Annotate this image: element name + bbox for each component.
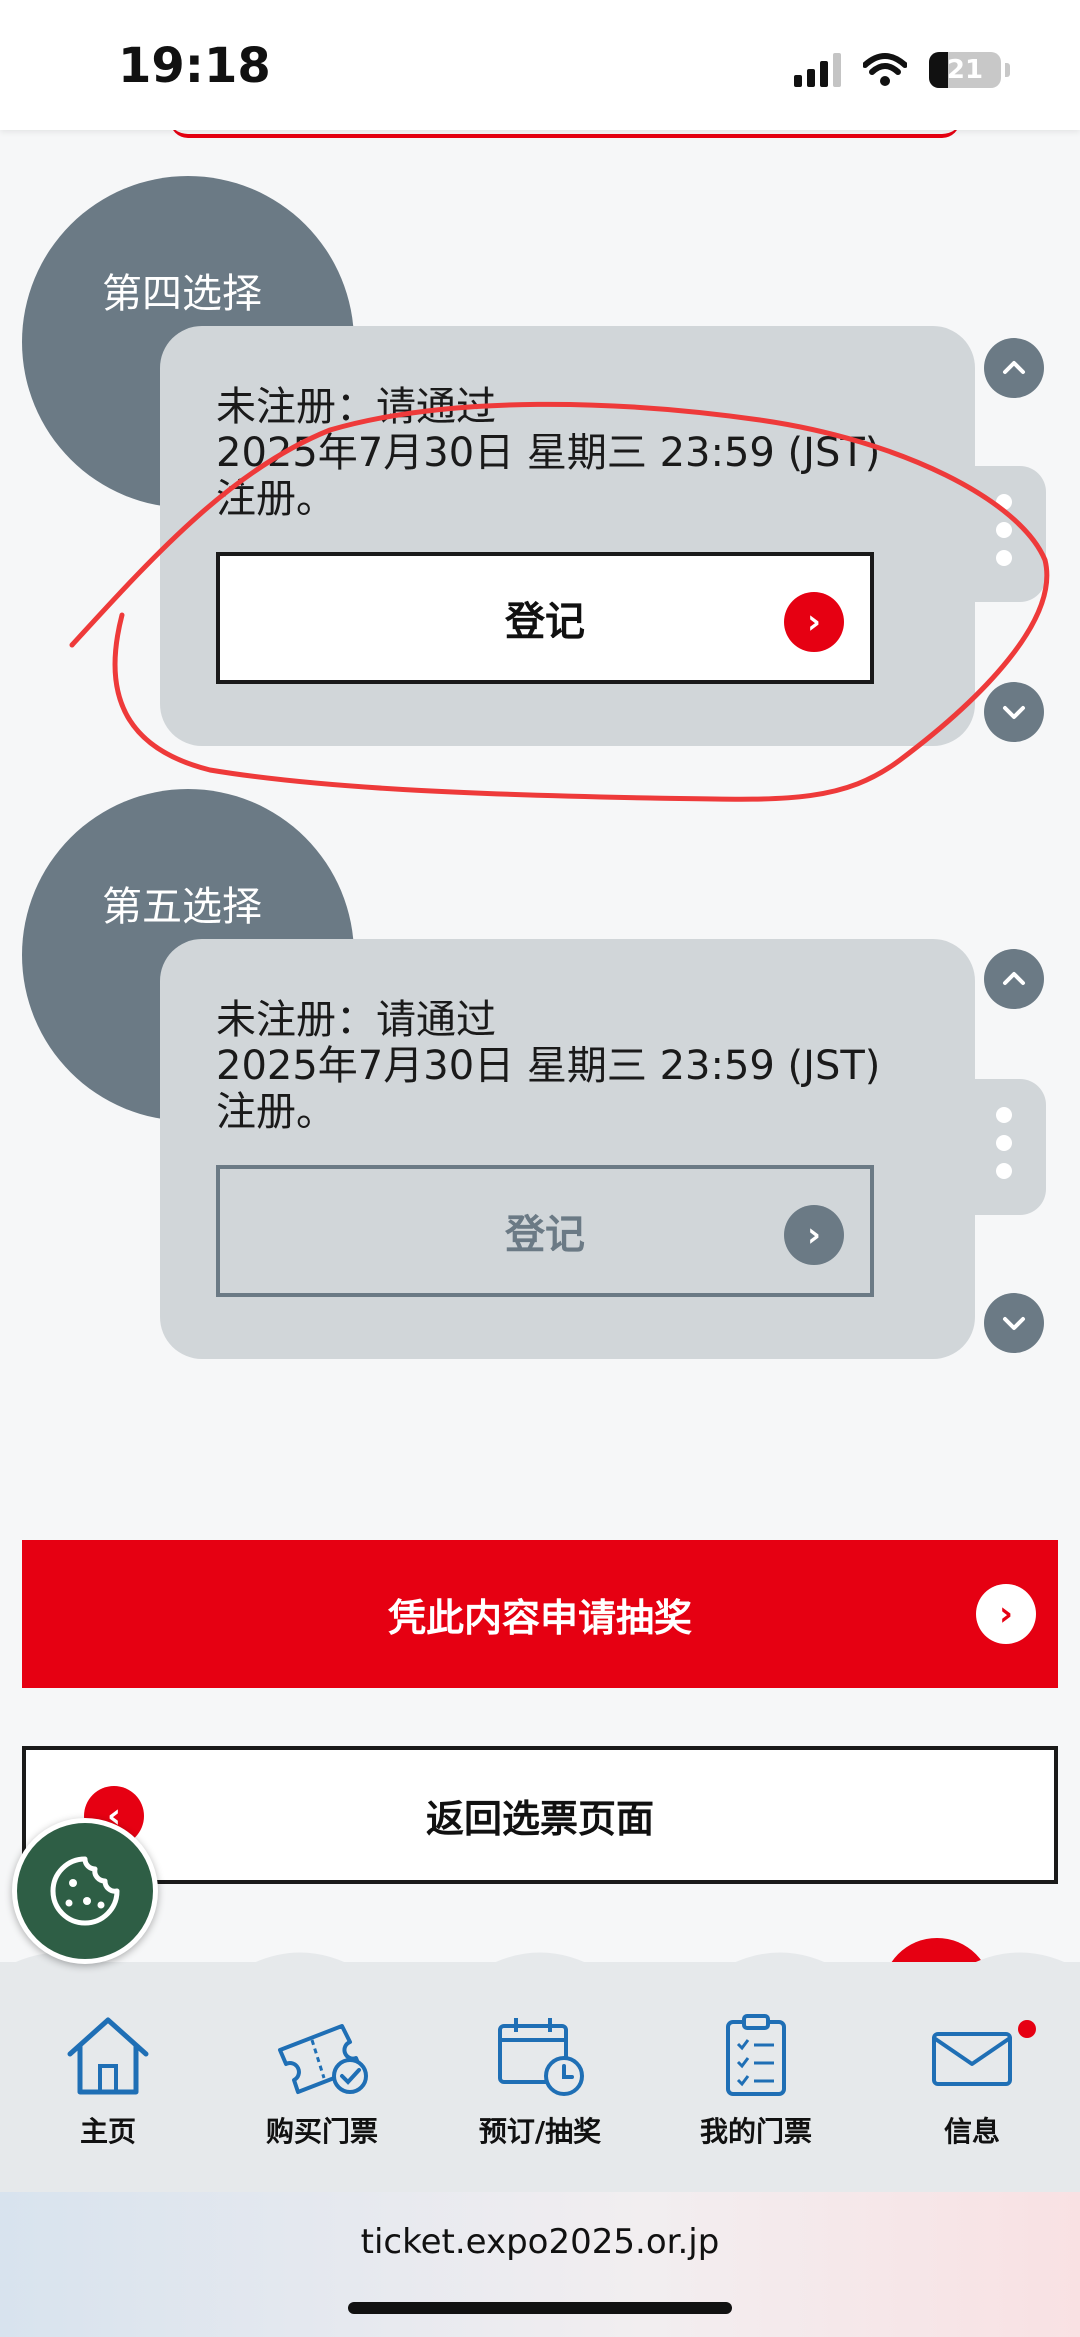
home-indicator[interactable] (348, 2302, 732, 2314)
battery-tip (1005, 63, 1010, 77)
status-line: 未注册：请通过 (216, 997, 496, 1043)
move-down-button[interactable] (984, 682, 1044, 742)
chevron-right-icon: › (784, 1205, 844, 1265)
nav-label: 预订/抽奖 (478, 2115, 602, 2148)
apply-lottery-button[interactable]: 凭此内容申请抽奖 › (22, 1540, 1058, 1688)
calendar-clock-icon (498, 2018, 584, 2096)
choice-card: 未注册：请通过 2025年7月30日 星期三 23:59 (JST) 注册。 登… (160, 939, 975, 1359)
status-time: 19:18 (118, 38, 271, 94)
back-label: 返回选票页面 (425, 1796, 654, 1841)
register-label: 登记 (505, 599, 585, 645)
chevron-right-icon: › (784, 592, 844, 652)
nav-item-home[interactable]: 主页 (8, 2010, 208, 2150)
nav-item-buy-tickets[interactable]: 购买门票 (222, 2010, 422, 2150)
more-dots-icon (996, 494, 1012, 566)
deadline-line: 2025年7月30日 星期三 23:59 (JST) (216, 1043, 881, 1089)
cellular-signal-icon (794, 53, 841, 87)
apply-label: 凭此内容申请抽奖 (387, 1595, 692, 1640)
url-text: ticket.expo2025.or.jp (360, 2222, 720, 2262)
browser-url-bar[interactable]: ticket.expo2025.or.jp (0, 2192, 1080, 2337)
register-button[interactable]: 登记 › (216, 1165, 874, 1297)
nav-item-reserve-lottery[interactable]: 预订/抽奖 (440, 2010, 640, 2150)
back-to-selection-button[interactable]: ‹ 返回选票页面 (22, 1746, 1058, 1884)
register-button[interactable]: 登记 › (216, 552, 874, 684)
choice-status-text: 未注册：请通过 2025年7月30日 星期三 23:59 (JST) 注册。 (216, 384, 936, 522)
wifi-icon (863, 53, 907, 86)
status-bar: 19:18 21 (0, 0, 1080, 130)
home-icon (67, 2017, 149, 2095)
status-line: 注册。 (216, 476, 336, 522)
mail-icon (932, 2032, 1012, 2086)
choice-title: 第五选择 (102, 884, 262, 930)
choice-status-text: 未注册：请通过 2025年7月30日 星期三 23:59 (JST) 注册。 (216, 997, 936, 1135)
status-icons: 21 (794, 52, 1010, 88)
move-up-button[interactable] (984, 338, 1044, 398)
nav-label: 信息 (943, 2115, 1000, 2148)
battery-icon: 21 (929, 52, 1001, 88)
chevron-up-icon (1003, 972, 1025, 985)
more-dots-icon (996, 1107, 1012, 1179)
status-line: 未注册：请通过 (216, 384, 496, 430)
move-down-button[interactable] (984, 1293, 1044, 1353)
clipboard-list-icon (726, 2014, 786, 2096)
chevron-down-icon (1003, 1317, 1025, 1330)
choice-block-4: 第四选择 未注册：请通过 2025年7月30日 星期三 23:59 (JST) … (0, 176, 1080, 776)
choice-title: 第四选择 (102, 271, 262, 317)
nav-label: 主页 (79, 2115, 136, 2148)
choice-card: 未注册：请通过 2025年7月30日 星期三 23:59 (JST) 注册。 登… (160, 326, 975, 746)
status-line: 注册。 (216, 1089, 336, 1135)
nav-label: 购买门票 (265, 2115, 378, 2148)
nav-item-my-tickets[interactable]: 我的门票 (656, 2010, 856, 2150)
deadline-line: 2025年7月30日 星期三 23:59 (JST) (216, 430, 881, 476)
register-label: 登记 (505, 1212, 585, 1258)
move-up-button[interactable] (984, 949, 1044, 1009)
nav-label: 我的门票 (699, 2115, 812, 2148)
cookie-settings-button[interactable] (12, 1818, 158, 1964)
notification-dot (1018, 2020, 1036, 2038)
cookie-icon (50, 1856, 120, 1926)
chevron-right-icon: › (976, 1584, 1036, 1644)
choice-block-5: 第五选择 未注册：请通过 2025年7月30日 星期三 23:59 (JST) … (0, 789, 1080, 1389)
chevron-down-icon (1003, 706, 1025, 719)
chevron-up-icon (1003, 361, 1025, 374)
ticket-check-icon (278, 2024, 368, 2094)
nav-item-messages[interactable]: 信息 (872, 2010, 1072, 2150)
